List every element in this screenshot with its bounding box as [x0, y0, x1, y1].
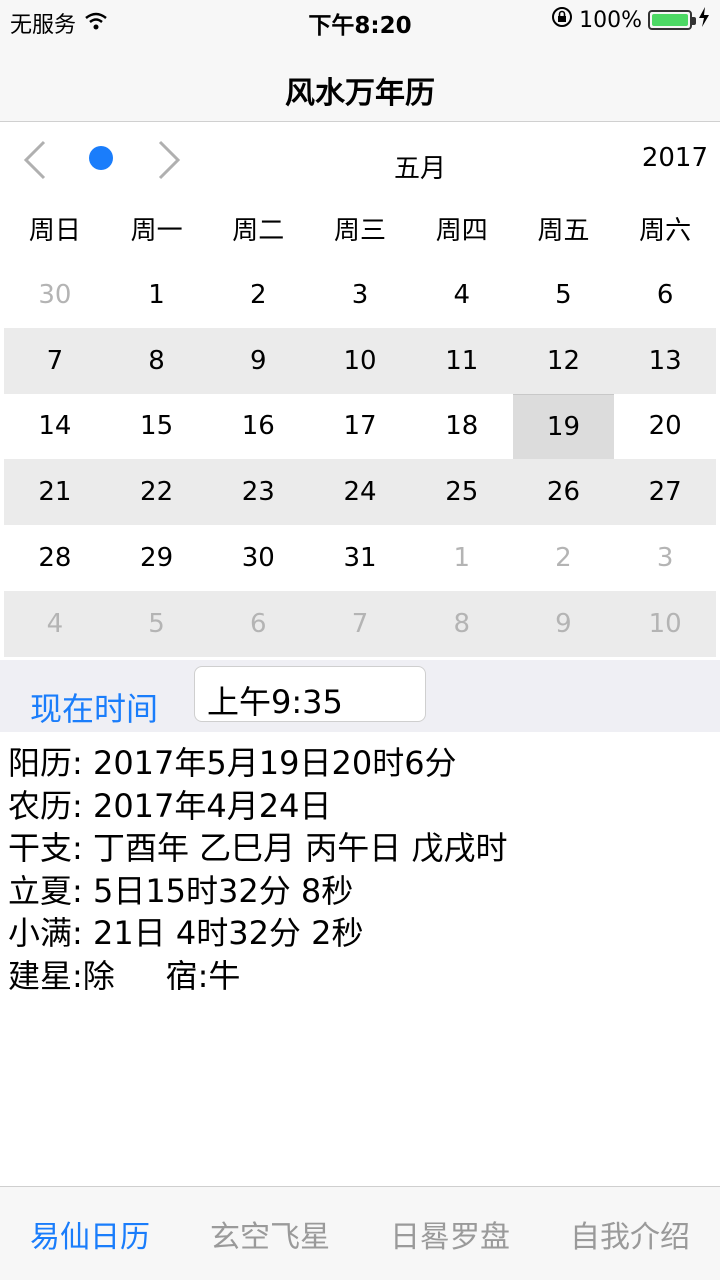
battery-icon — [648, 10, 696, 30]
time-field[interactable]: 上午9:35 — [194, 666, 426, 722]
calendar-day[interactable]: 14 — [4, 394, 106, 460]
calendar-day[interactable]: 9 — [207, 328, 309, 394]
calendar-week: 30 1 2 3 4 5 6 — [4, 262, 716, 328]
today-dot[interactable] — [89, 146, 113, 170]
prev-month-button[interactable] — [18, 138, 54, 182]
calendar-day[interactable]: 4 — [4, 591, 106, 657]
weekday-label: 周五 — [537, 216, 590, 246]
weekday-label: 周日 — [28, 216, 81, 246]
calendar-day[interactable]: 1 — [411, 525, 513, 591]
calendar-day[interactable]: 16 — [207, 394, 309, 460]
ganzhi: 干支: 丁酉年 乙巳月 丙午日 戊戌时 — [8, 829, 508, 867]
calendar-day[interactable]: 7 — [309, 591, 411, 657]
weekday-label: 周六 — [639, 216, 692, 246]
calendar-day[interactable]: 18 — [411, 394, 513, 460]
calendar-day[interactable]: 1 — [106, 262, 208, 328]
weekday-header: 周日 周一 周二 周三 周四 周五 周六 — [4, 210, 716, 247]
calendar-day[interactable]: 30 — [207, 525, 309, 591]
tab-calendar[interactable]: 易仙日历 — [0, 1187, 180, 1280]
calendar-day[interactable]: 26 — [513, 459, 615, 525]
calendar-week: 4 5 6 7 8 9 10 — [4, 590, 716, 657]
calendar-day[interactable]: 21 — [4, 459, 106, 525]
weekday-label: 周四 — [435, 216, 488, 246]
month-label: 五月 — [393, 154, 446, 184]
weekday-label: 周三 — [334, 216, 387, 246]
year-label: 2017 — [641, 143, 708, 173]
calendar-day[interactable]: 10 — [614, 591, 716, 657]
weekday-label: 周二 — [232, 216, 285, 246]
calendar-day[interactable]: 6 — [207, 591, 309, 657]
calendar-day[interactable]: 3 — [309, 262, 411, 328]
calendar-day[interactable]: 8 — [411, 591, 513, 657]
time-bar: 现在时间 上午9:35 — [0, 660, 720, 732]
calendar-day[interactable]: 5 — [513, 262, 615, 328]
calendar-day[interactable]: 13 — [614, 328, 716, 394]
tab-about[interactable]: 自我介绍 — [540, 1187, 720, 1280]
calendar-day[interactable]: 10 — [309, 328, 411, 394]
calendar-day[interactable]: 6 — [614, 262, 716, 328]
calendar-day[interactable]: 30 — [4, 262, 106, 328]
tab-flying-stars[interactable]: 玄空飞星 — [180, 1187, 360, 1280]
calendar-week: 14 15 16 17 18 19 20 — [4, 393, 716, 460]
calendar-day[interactable]: 28 — [4, 525, 106, 591]
date-info: 阳历: 2017年5月19日20时6分 农历: 2017年4月24日 干支: 丁… — [8, 742, 708, 997]
calendar-day[interactable]: 31 — [309, 525, 411, 591]
calendar-day[interactable]: 4 — [411, 262, 513, 328]
calendar-day[interactable]: 12 — [513, 328, 615, 394]
chevron-right-icon — [158, 140, 181, 180]
jianxing-su: 建星:除 宿:牛 — [8, 956, 241, 995]
tab-sundial-compass[interactable]: 日晷罗盘 — [360, 1187, 540, 1280]
calendar-day[interactable]: 2 — [513, 525, 615, 591]
battery-percent: 100% — [579, 7, 642, 33]
calendar-day[interactable]: 5 — [106, 591, 208, 657]
rotation-lock-icon — [551, 6, 573, 34]
lunar-date: 农历: 2017年4月24日 — [8, 786, 332, 825]
calendar-grid: 30 1 2 3 4 5 6 7 8 9 10 11 12 13 14 15 1… — [4, 262, 716, 657]
solar-term-xiaoman: 小满: 21日 4时32分 2秒 — [8, 914, 364, 952]
calendar-day[interactable]: 7 — [4, 328, 106, 394]
calendar-day-selected[interactable]: 19 — [512, 393, 615, 460]
charging-icon — [698, 7, 710, 33]
calendar-day[interactable]: 3 — [614, 525, 716, 591]
solar-date: 阳历: 2017年5月19日20时6分 — [8, 744, 457, 782]
status-right: 100% — [551, 6, 710, 34]
calendar-day[interactable]: 20 — [614, 394, 716, 460]
calendar-day[interactable]: 8 — [106, 328, 208, 394]
calendar-day[interactable]: 24 — [309, 459, 411, 525]
calendar-week: 7 8 9 10 11 12 13 — [4, 327, 716, 394]
status-bar: 无服务 下午8:20 100% — [0, 0, 720, 40]
current-time-button[interactable]: 现在时间 — [30, 684, 158, 730]
calendar-day[interactable]: 2 — [207, 262, 309, 328]
page-title: 风水万年历 — [285, 76, 435, 111]
solar-term-lixia: 立夏: 5日15时32分 8秒 — [8, 871, 354, 910]
calendar-day[interactable]: 29 — [106, 525, 208, 591]
calendar-day[interactable]: 25 — [411, 459, 513, 525]
calendar-day[interactable]: 22 — [106, 459, 208, 525]
calendar-day[interactable]: 27 — [614, 459, 716, 525]
calendar-week: 28 29 30 31 1 2 3 — [4, 525, 716, 591]
calendar-day[interactable]: 23 — [207, 459, 309, 525]
calendar-day[interactable]: 17 — [309, 394, 411, 460]
calendar-day[interactable]: 15 — [106, 394, 208, 460]
navigation-bar: 风水万年历 — [0, 40, 720, 122]
calendar-day[interactable]: 11 — [411, 328, 513, 394]
weekday-label: 周一 — [130, 216, 183, 246]
next-month-button[interactable] — [150, 138, 186, 182]
calendar-day[interactable]: 9 — [513, 591, 615, 657]
calendar-week: 21 22 23 24 25 26 27 — [4, 459, 716, 526]
tab-bar: 易仙日历 玄空飞星 日晷罗盘 自我介绍 — [0, 1186, 720, 1280]
chevron-left-icon — [23, 140, 46, 180]
